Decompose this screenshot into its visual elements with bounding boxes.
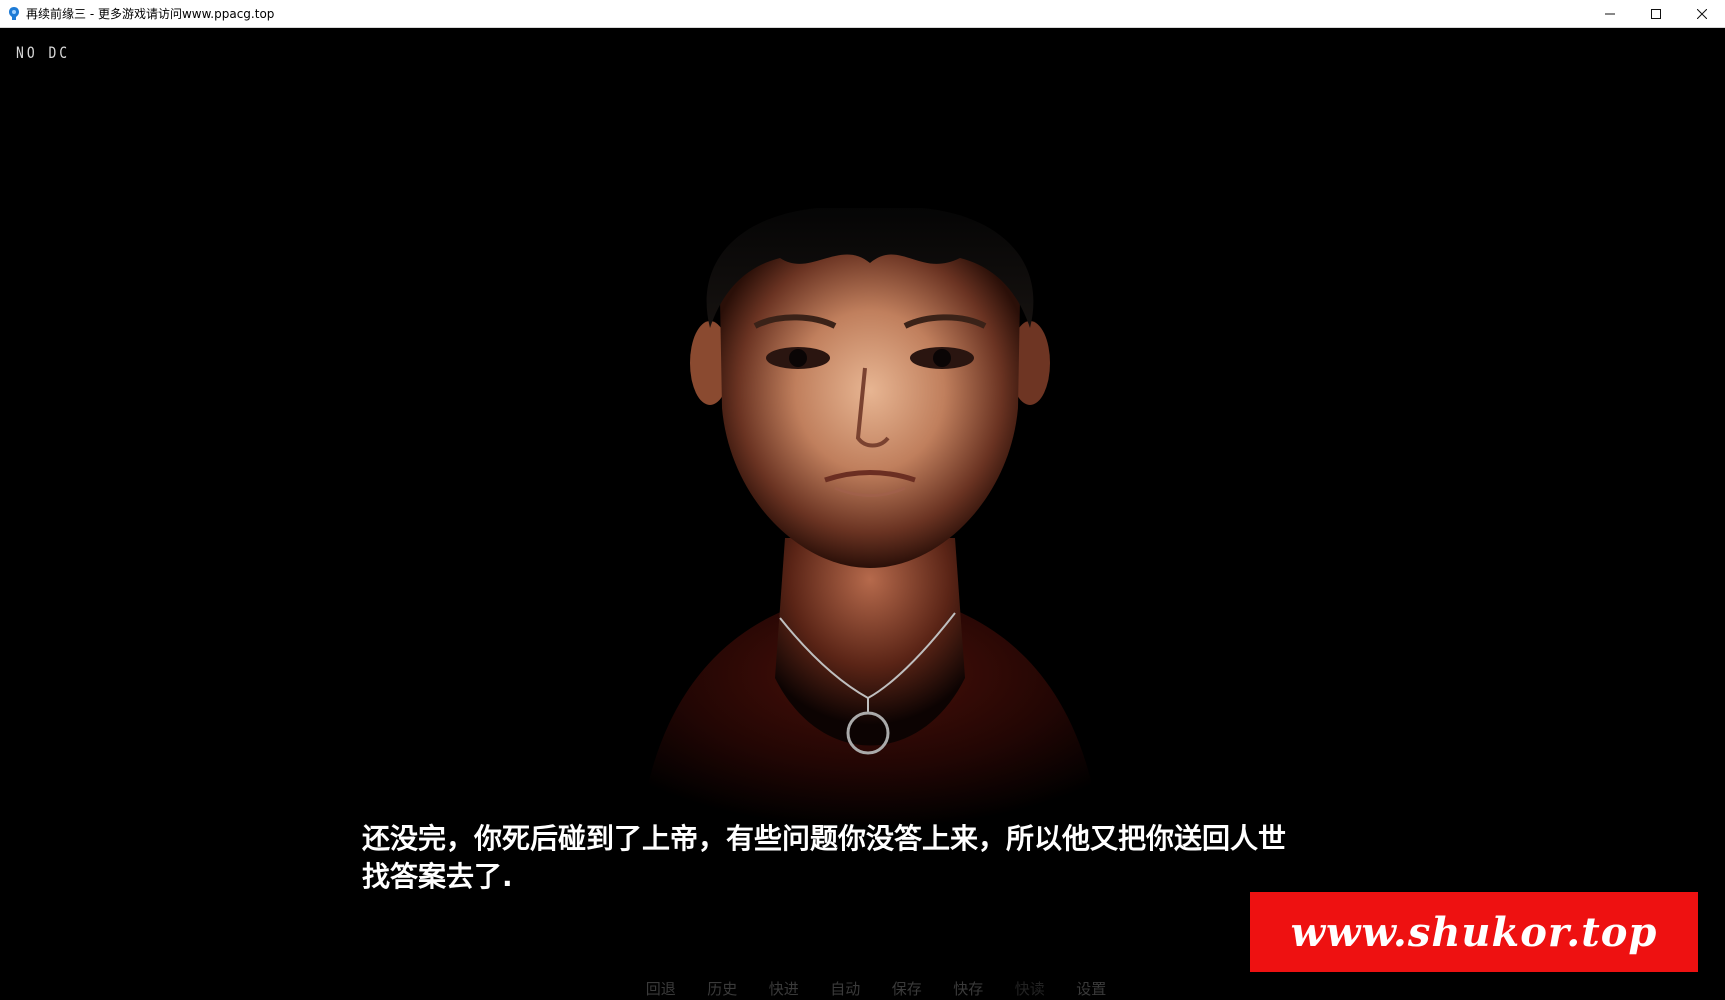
- quick-menu-rollback[interactable]: 回退: [630, 978, 692, 999]
- quick-menu-skip[interactable]: 快进: [753, 978, 815, 999]
- window-controls: [1587, 0, 1725, 28]
- app-icon: [9, 6, 19, 20]
- quick-menu-history[interactable]: 历史: [692, 978, 754, 999]
- maximize-icon: [1651, 9, 1661, 19]
- quick-menu-quicksave[interactable]: 快存: [938, 978, 1000, 999]
- minimize-icon: [1605, 13, 1615, 15]
- watermark-text: www.shukor.top: [1290, 908, 1658, 956]
- quick-menu-save[interactable]: 保存: [876, 978, 938, 999]
- quick-menu-auto[interactable]: 自动: [815, 978, 877, 999]
- watermark-banner: www.shukor.top: [1250, 892, 1698, 972]
- close-icon: [1697, 9, 1707, 19]
- maximize-button[interactable]: [1633, 0, 1679, 28]
- game-viewport[interactable]: NO DC 还没完，你死后碰到了上帝，有些问题你没答上来，所以他又把你送回人世 …: [0, 28, 1725, 1000]
- quick-menu-preferences[interactable]: 设置: [1061, 978, 1123, 999]
- quick-menu: 回退 历史 快进 自动 保存 快存 快读 设置: [630, 978, 1122, 999]
- minimize-button[interactable]: [1587, 0, 1633, 28]
- dialogue-text[interactable]: 还没完，你死后碰到了上帝，有些问题你没答上来，所以他又把你送回人世 找答案去了.: [362, 820, 1362, 896]
- character-portrait: [640, 208, 1100, 828]
- title-bar[interactable]: 再续前缘三 - 更多游戏请访问www.ppacg.top: [0, 0, 1725, 28]
- window-title: 再续前缘三 - 更多游戏请访问www.ppacg.top: [26, 7, 275, 21]
- dialogue-line-1: 还没完，你死后碰到了上帝，有些问题你没答上来，所以他又把你送回人世: [362, 822, 1287, 855]
- game-window: 再续前缘三 - 更多游戏请访问www.ppacg.top NO DC 还没完，你…: [0, 0, 1725, 1000]
- dialogue-line-2: 找答案去了.: [362, 860, 513, 893]
- debug-label: NO DC: [16, 44, 71, 63]
- quick-menu-quickload[interactable]: 快读: [999, 978, 1061, 999]
- close-button[interactable]: [1679, 0, 1725, 28]
